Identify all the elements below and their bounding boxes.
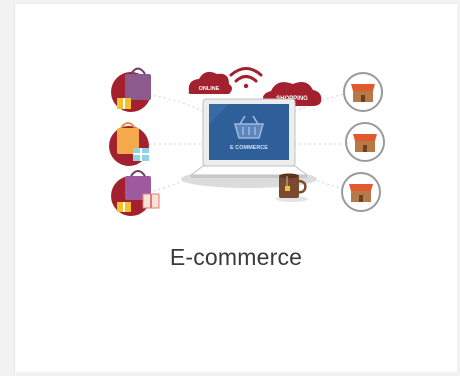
- online-cloud: ONLINE: [188, 71, 232, 94]
- laptop-icon: E COMMERCE: [189, 98, 309, 178]
- store-icon: [343, 72, 383, 112]
- gift-bag-icon: [111, 170, 160, 216]
- cloud-online-label: ONLINE: [199, 86, 220, 92]
- shopping-bag-icon: [111, 67, 151, 112]
- screen-label: E COMMERCE: [230, 145, 268, 151]
- card-title: E-commerce: [169, 244, 303, 270]
- ecommerce-illustration: ONLINE SHOPPING E COMMERCE: [109, 67, 385, 216]
- store-icon: [341, 172, 381, 212]
- store-icon: [345, 122, 385, 162]
- ecommerce-card[interactable]: ONLINE SHOPPING E COMMERCE: [14, 3, 457, 372]
- gift-box-icon: [109, 122, 149, 166]
- wifi-icon: [229, 67, 263, 89]
